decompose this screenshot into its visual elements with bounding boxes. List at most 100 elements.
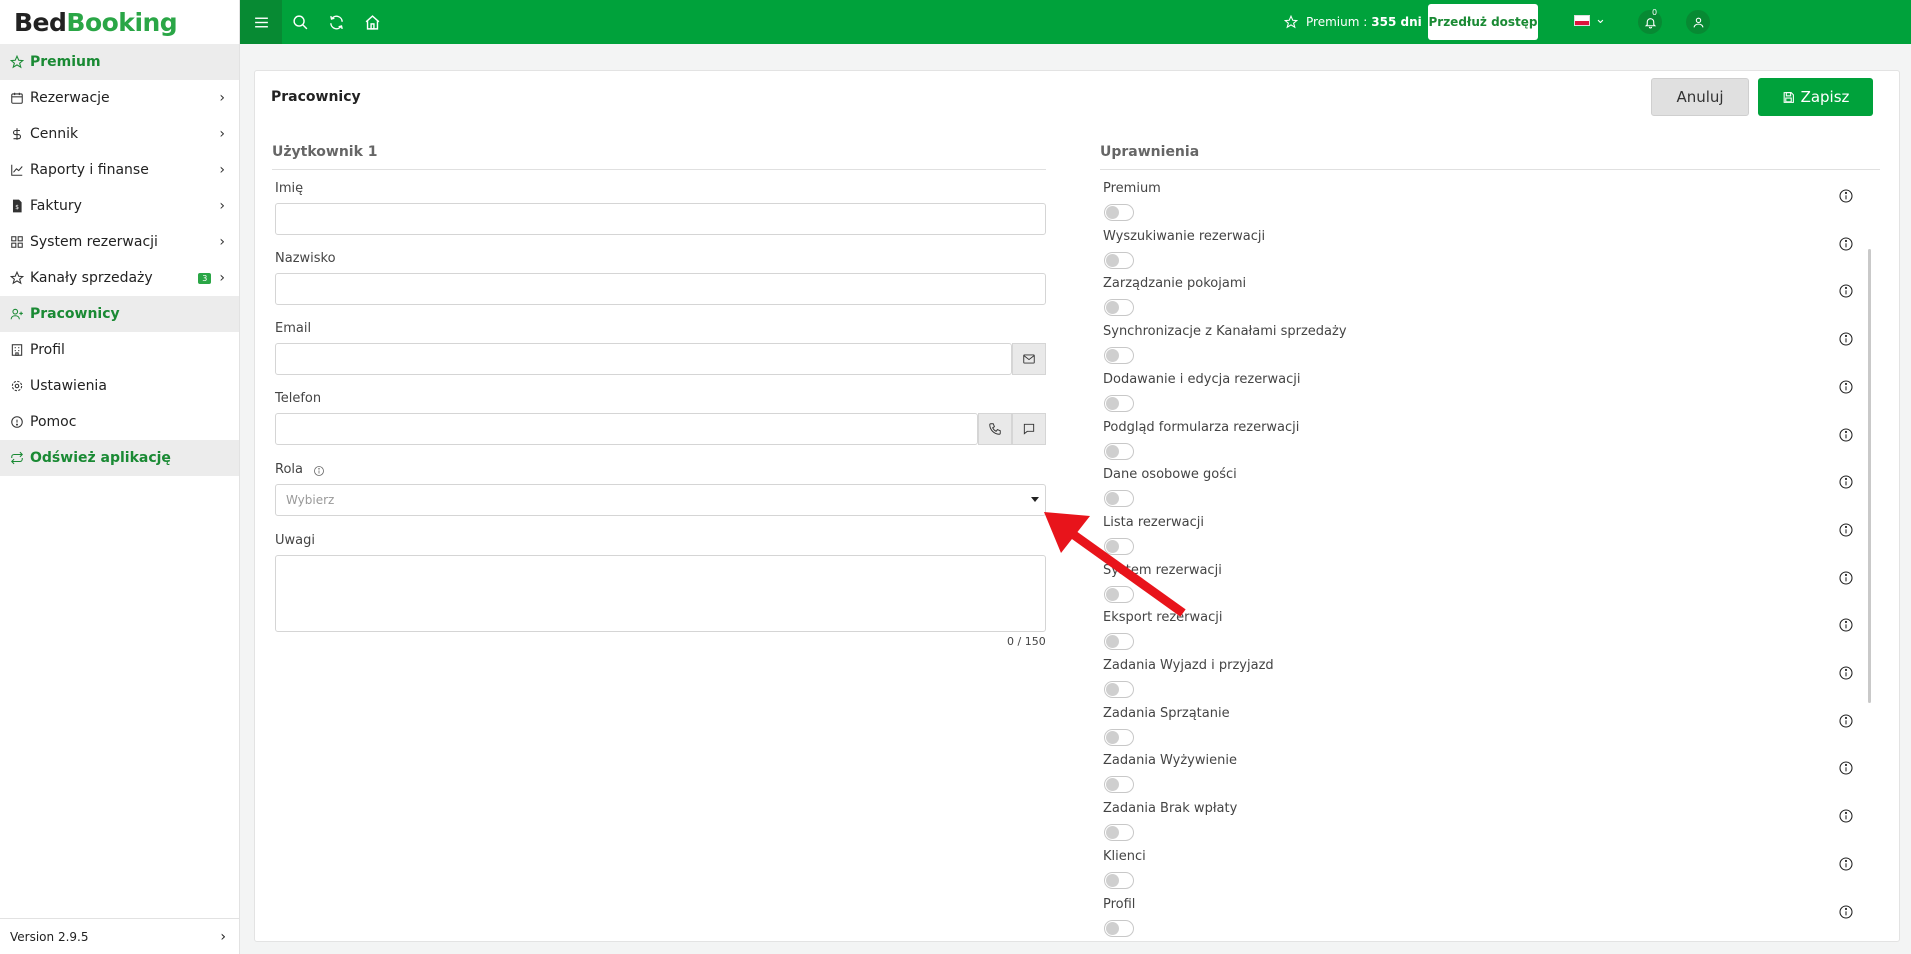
hamburger-menu-button[interactable] [240, 0, 282, 44]
invoice-icon: $ [10, 199, 24, 213]
sidebar-item-label: Pracownicy [30, 306, 120, 322]
permission-14-toggle[interactable] [1104, 871, 1134, 889]
info-icon[interactable] [1838, 856, 1854, 872]
refresh-icon [10, 451, 24, 465]
help-icon [10, 415, 24, 429]
info-icon[interactable] [1838, 283, 1854, 299]
info-icon[interactable] [1838, 379, 1854, 395]
info-icon[interactable] [1838, 617, 1854, 633]
info-icon[interactable] [1838, 713, 1854, 729]
sidebar-item-label: Rezerwacje [30, 90, 110, 106]
permission-15-toggle[interactable] [1104, 919, 1134, 937]
user-menu-button[interactable] [1686, 10, 1710, 34]
send-email-button[interactable] [1012, 343, 1046, 375]
user-section-title: Użytkownik 1 [272, 144, 378, 160]
message-icon [1023, 423, 1035, 435]
version-footer[interactable]: Version 2.9.5 › [0, 918, 240, 954]
sidebar-item-pomoc[interactable]: Pomoc [0, 404, 239, 440]
permission-13-toggle[interactable] [1104, 824, 1134, 842]
permission-13-label: Zadania Brak wpłaty [1103, 801, 1238, 817]
role-select[interactable]: Wybierz [275, 484, 1046, 516]
permissions-scrollbar[interactable] [1868, 249, 1871, 703]
building-icon [10, 343, 24, 357]
svg-text:$: $ [15, 205, 19, 211]
info-icon[interactable] [1838, 760, 1854, 776]
role-label: Rola [275, 462, 303, 477]
sidebar-item-pracownicy[interactable]: Pracownicy [0, 296, 239, 332]
sidebar-item-label: Faktury [30, 198, 82, 214]
info-icon[interactable] [1838, 904, 1854, 920]
info-icon[interactable] [1838, 331, 1854, 347]
sidebar-item-rezerwacje[interactable]: Rezerwacje › [0, 80, 239, 116]
toggle-knob [1106, 683, 1119, 696]
permission-10-label: Zadania Wyjazd i przyjazd [1103, 658, 1274, 673]
first-name-input[interactable] [275, 203, 1046, 235]
chevron-down-icon[interactable]: ⌄ [1595, 12, 1606, 27]
star-icon [1284, 15, 1298, 29]
email-input[interactable] [275, 343, 1012, 375]
permission-12-toggle[interactable] [1104, 776, 1134, 794]
info-icon[interactable] [1838, 808, 1854, 824]
permission-7-toggle[interactable] [1104, 537, 1134, 555]
notifications-button[interactable] [1638, 10, 1662, 34]
call-button[interactable] [978, 413, 1012, 445]
permission-9-toggle[interactable] [1104, 633, 1134, 651]
top-bar: Premium : 355 dni Przedłuż dostęp ⌄ 0 [240, 0, 1911, 44]
sidebar-item-label: Premium [30, 54, 101, 70]
sidebar-item-label: Odśwież aplikację [30, 450, 171, 466]
permission-6-toggle[interactable] [1104, 490, 1134, 508]
email-label: Email [275, 321, 312, 336]
permission-8-toggle[interactable] [1104, 585, 1134, 603]
permission-1-toggle[interactable] [1104, 251, 1134, 269]
chevron-right-icon: › [219, 162, 225, 178]
home-button[interactable] [354, 0, 390, 44]
sidebar-item-premium[interactable]: Premium [0, 44, 239, 80]
sidebar-item-label: Kanały sprzedaży [30, 270, 153, 286]
toggle-knob [1106, 730, 1119, 744]
notes-textarea[interactable] [275, 555, 1046, 632]
refresh-button[interactable] [318, 0, 354, 44]
permission-1-label: Wyszukiwanie rezerwacji [1103, 228, 1266, 244]
info-icon[interactable] [1838, 570, 1854, 586]
permission-0-toggle[interactable] [1104, 204, 1134, 221]
info-icon[interactable] [1838, 188, 1854, 204]
last-name-input[interactable] [275, 273, 1046, 305]
first-name-label: Imię [275, 181, 304, 196]
sms-button[interactable] [1012, 413, 1046, 445]
sidebar-item-kanaly-sprzedazy[interactable]: Kanały sprzedaży 3 › [0, 260, 239, 296]
sidebar-item-ustawienia[interactable]: Ustawienia [0, 368, 239, 404]
toggle-knob [1106, 778, 1119, 792]
permission-4-toggle[interactable] [1104, 394, 1134, 412]
permission-3-toggle[interactable] [1104, 347, 1134, 365]
extend-access-button[interactable]: Przedłuż dostęp [1428, 4, 1538, 40]
sidebar-item-faktury[interactable]: $ Faktury › [0, 188, 239, 224]
phone-input[interactable] [275, 413, 978, 445]
sidebar-item-profil[interactable]: Profil [0, 332, 239, 368]
save-button[interactable]: Zapisz [1758, 78, 1873, 116]
sidebar-item-raporty[interactable]: Raporty i finanse › [0, 152, 239, 188]
permission-10-toggle[interactable] [1104, 681, 1134, 698]
cancel-button[interactable]: Anuluj [1651, 78, 1749, 116]
info-icon[interactable] [1838, 522, 1854, 538]
role-placeholder: Wybierz [286, 493, 335, 507]
chevron-right-icon: › [219, 234, 225, 250]
search-button[interactable] [282, 0, 318, 44]
permission-5-toggle[interactable] [1104, 442, 1134, 460]
bedbooking-logo[interactable]: Bed Booking [0, 0, 239, 44]
info-icon[interactable] [1838, 236, 1854, 252]
toggle-knob [1106, 539, 1119, 553]
chevron-right-icon: › [220, 928, 226, 945]
sidebar-item-cennik[interactable]: Cennik › [0, 116, 239, 152]
info-icon[interactable] [1838, 665, 1854, 681]
polish-flag-icon[interactable] [1574, 15, 1590, 26]
info-icon[interactable] [1838, 474, 1854, 490]
sidebar-nav: Premium Rezerwacje › Cennik › Raporty i … [0, 44, 239, 476]
info-icon[interactable] [1838, 427, 1854, 443]
permission-2-toggle[interactable] [1104, 299, 1134, 317]
permission-11-toggle[interactable] [1104, 728, 1134, 746]
save-label: Zapisz [1800, 88, 1850, 106]
role-info-icon[interactable] [313, 462, 325, 476]
sidebar-item-system-rezerwacji[interactable]: System rezerwacji › [0, 224, 239, 260]
bell-icon [1644, 17, 1656, 28]
sidebar-item-odswiez[interactable]: Odśwież aplikację [0, 440, 239, 476]
